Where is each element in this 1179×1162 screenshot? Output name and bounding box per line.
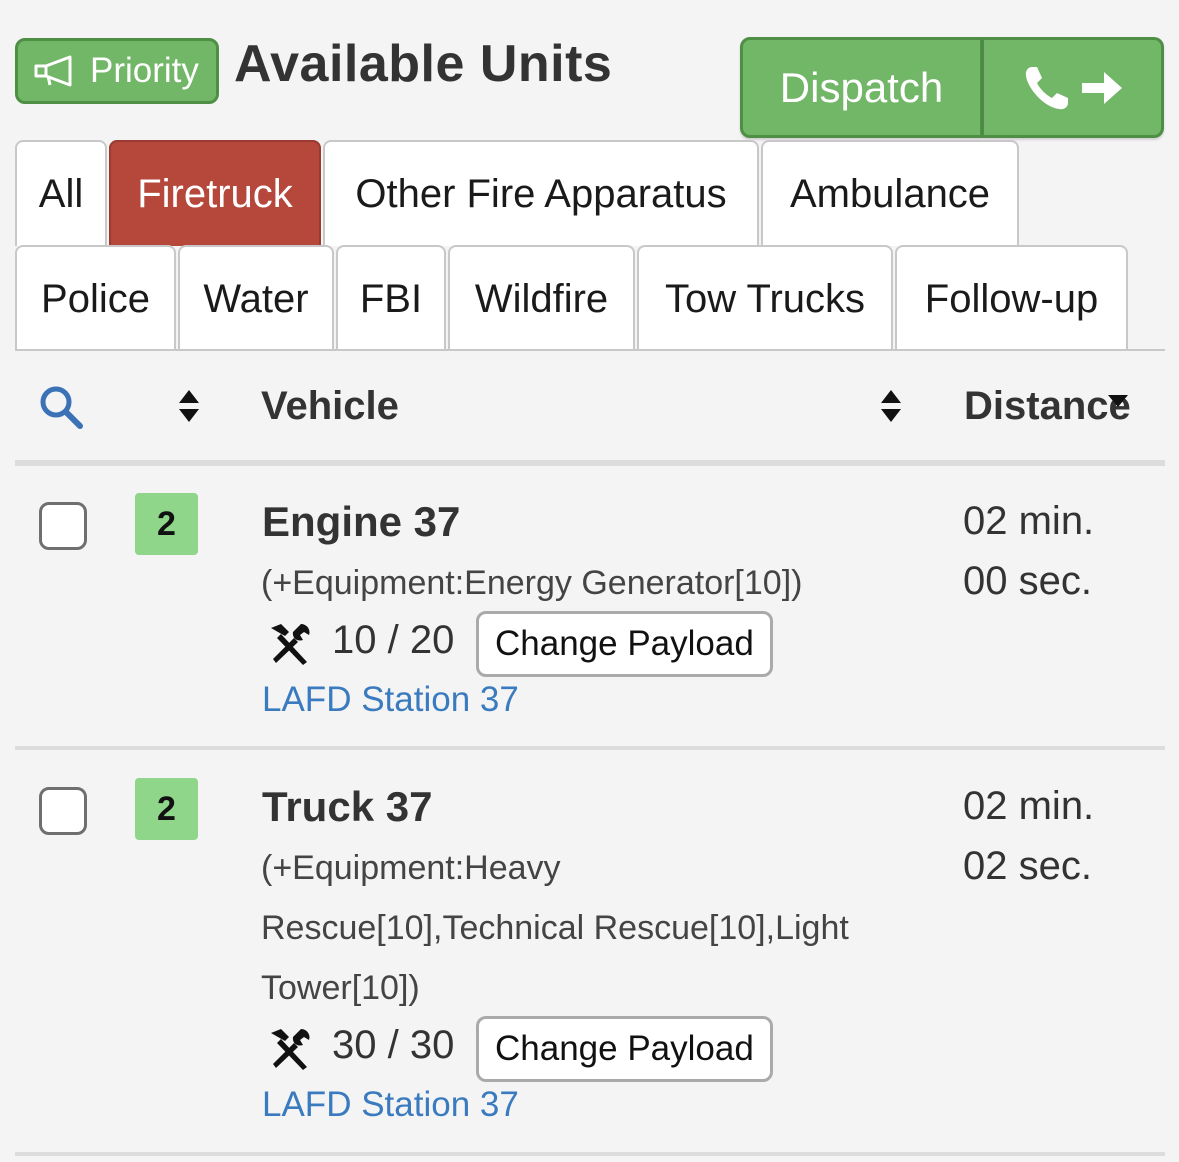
distance-minutes: 02 min. — [963, 499, 1095, 543]
equipment-text: Tower[10]) — [261, 969, 420, 1007]
tab-wildfire[interactable]: Wildfire — [448, 245, 635, 351]
equipment-text: (+Equipment:Heavy — [261, 849, 561, 887]
tabs-divider — [15, 349, 1165, 351]
search-icon[interactable] — [38, 384, 84, 430]
vehicle-name: Engine 37 — [262, 498, 461, 545]
tab-other-fire-apparatus[interactable]: Other Fire Apparatus — [323, 140, 759, 246]
tab-follow-up[interactable]: Follow-up — [895, 245, 1128, 351]
station-link[interactable]: LAFD Station 37 — [262, 680, 519, 720]
row-divider — [15, 1152, 1165, 1156]
row-divider — [15, 746, 1165, 750]
tools-icon — [271, 1029, 310, 1070]
payload-count: 10 / 20 — [332, 618, 455, 662]
priority-button[interactable]: Priority — [15, 38, 219, 104]
header-divider — [15, 460, 1165, 466]
page-title: Available Units — [234, 35, 613, 93]
tab-all[interactable]: All — [15, 140, 107, 246]
megaphone-icon — [34, 55, 72, 87]
row-checkbox[interactable] — [39, 787, 87, 835]
change-payload-button[interactable]: Change Payload — [476, 611, 773, 677]
sort-icon[interactable] — [178, 388, 200, 424]
tab-firetruck[interactable]: Firetruck — [109, 140, 321, 246]
sort-icon[interactable] — [880, 388, 902, 424]
distance-minutes: 02 min. — [963, 784, 1095, 828]
tab-ambulance[interactable]: Ambulance — [761, 140, 1019, 246]
tab-water[interactable]: Water — [178, 245, 334, 351]
equipment-text: (+Equipment:Energy Generator[10]) — [261, 564, 803, 602]
table-header: Vehicle Distance — [15, 352, 1165, 460]
payload-count: 30 / 30 — [332, 1023, 455, 1067]
crew-badge: 2 — [135, 493, 198, 555]
distance-seconds: 02 sec. — [963, 844, 1092, 888]
phone-icon — [1025, 66, 1068, 109]
sort-desc-icon[interactable] — [1107, 394, 1129, 408]
distance-seconds: 00 sec. — [963, 559, 1092, 603]
arrow-right-icon — [1081, 71, 1122, 104]
equipment-text: Rescue[10],Technical Rescue[10],Light — [261, 909, 849, 947]
station-link[interactable]: LAFD Station 37 — [262, 1085, 519, 1125]
vehicle-column-header[interactable]: Vehicle — [261, 384, 399, 429]
change-payload-button[interactable]: Change Payload — [476, 1016, 773, 1082]
dispatch-button[interactable]: Dispatch — [740, 37, 983, 138]
tab-fbi[interactable]: FBI — [336, 245, 446, 351]
tools-icon — [271, 624, 310, 665]
tab-tow-trucks[interactable]: Tow Trucks — [637, 245, 893, 351]
crew-badge: 2 — [135, 778, 198, 840]
call-forward-button[interactable] — [983, 37, 1164, 138]
distance-column-header[interactable]: Distance — [964, 384, 1131, 429]
vehicle-name: Truck 37 — [262, 783, 433, 830]
tab-police[interactable]: Police — [15, 245, 176, 351]
row-checkbox[interactable] — [39, 502, 87, 550]
priority-label: Priority — [90, 51, 199, 90]
